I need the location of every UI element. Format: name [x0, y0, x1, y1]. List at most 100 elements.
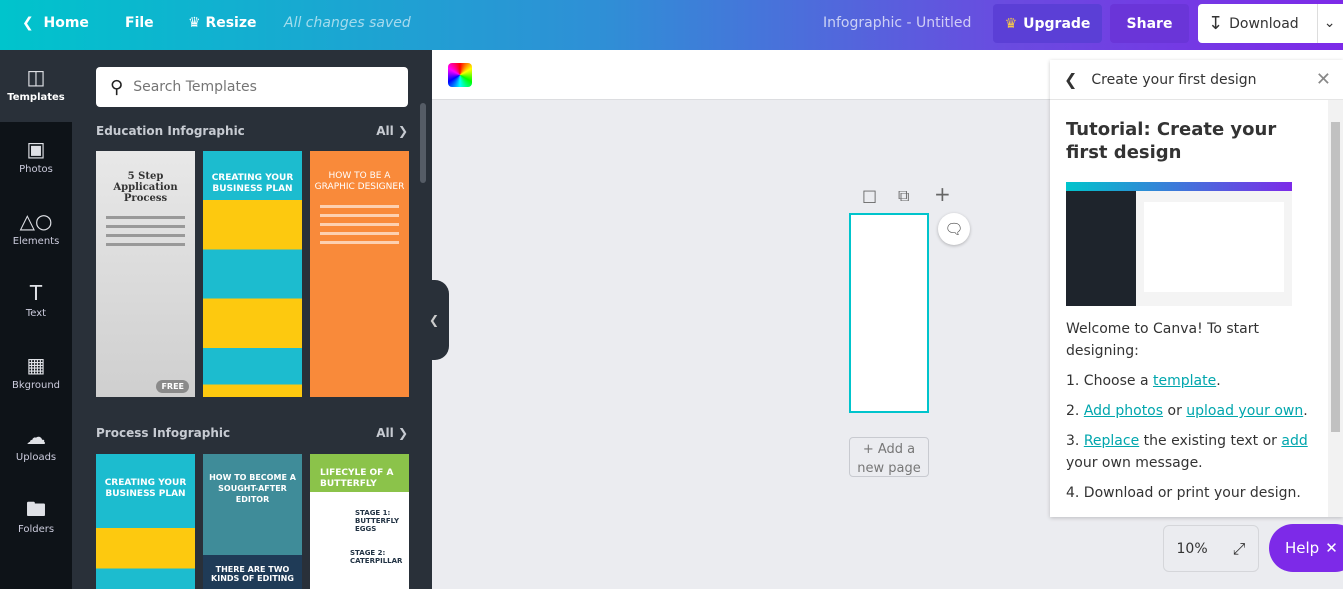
- template-text: STAGE 1: BUTTERFLY EGGS: [355, 509, 400, 533]
- resize-label: Resize: [205, 15, 257, 31]
- tutorial-step-2: 2. Add photos or upload your own.: [1066, 400, 1312, 422]
- template-title: HOW TO BECOME A SOUGHT-AFTER EDITOR: [209, 473, 296, 504]
- upgrade-button[interactable]: ♛ Upgrade: [993, 4, 1102, 43]
- section-title: Education Infographic: [96, 124, 245, 138]
- crown-icon: ♛: [1004, 15, 1018, 32]
- rail-item-folders[interactable]: 🖿 Folders: [0, 482, 72, 554]
- add-text-link[interactable]: add: [1281, 433, 1307, 449]
- rail-label: Photos: [19, 164, 53, 175]
- document-title[interactable]: Infographic - Untitled: [823, 15, 971, 31]
- template-title: 5 Step Application Process: [113, 171, 178, 204]
- step-text: the existing text or: [1139, 433, 1282, 449]
- home-button[interactable]: ❮ Home: [22, 15, 89, 31]
- templates-panel: ⚲ Education Infographic All ❯ 5 Step Appl…: [72, 50, 432, 589]
- free-badge: FREE: [156, 380, 189, 393]
- rail-item-elements[interactable]: △○ Elements: [0, 194, 72, 266]
- rail-item-templates[interactable]: ◫ Templates: [0, 50, 72, 122]
- panel-scrollbar[interactable]: [420, 103, 426, 183]
- rail-item-photos[interactable]: ▣ Photos: [0, 122, 72, 194]
- template-title: LIFECYLE OF A BUTTERFLY: [320, 468, 394, 489]
- tutorial-header-title: Create your first design: [1091, 71, 1257, 88]
- rail-label: Text: [25, 308, 47, 319]
- section-header: Process Infographic All ❯: [96, 426, 408, 440]
- template-thumbnail[interactable]: CREATING YOUR BUSINESS PLAN: [203, 151, 302, 397]
- template-text: STAGE 2: CATERPILLAR: [350, 549, 403, 565]
- resize-button[interactable]: ♛ Resize: [188, 15, 257, 31]
- step-text: .: [1216, 373, 1221, 389]
- rail-label: Folders: [17, 524, 55, 535]
- template-thumbnail[interactable]: LIFECYLE OF A BUTTERFLY STAGE 1: BUTTERF…: [310, 454, 409, 589]
- zoom-control[interactable]: 10% ⤢: [1163, 525, 1259, 572]
- chevron-down-icon[interactable]: ⌄: [1316, 4, 1335, 43]
- duplicate-page-icon[interactable]: ⧉: [898, 186, 909, 206]
- add-page-icon[interactable]: +: [934, 182, 951, 206]
- help-label: Help: [1285, 539, 1320, 557]
- photo-icon: ▣: [26, 137, 46, 161]
- close-icon: ✕: [1325, 539, 1338, 557]
- color-picker-icon[interactable]: [448, 63, 472, 87]
- step-text: 1. Choose a: [1066, 373, 1153, 389]
- rail-item-uploads[interactable]: ☁ Uploads: [0, 410, 72, 482]
- template-footer: THERE ARE TWO KINDS OF EDITING: [211, 565, 294, 583]
- tutorial-step-3: 3. Replace the existing text or add your…: [1066, 430, 1312, 474]
- tutorial-scrollbar[interactable]: [1328, 100, 1343, 517]
- rail-item-background[interactable]: ▦ Bkground: [0, 338, 72, 410]
- chevron-left-icon: ❮: [428, 313, 440, 327]
- text-icon: T: [29, 281, 43, 305]
- template-thumbnail[interactable]: 5 Step Application Process FREE: [96, 151, 195, 397]
- search-input[interactable]: [133, 79, 384, 95]
- elements-icon: △○: [19, 209, 53, 233]
- tutorial-header: ❮ Create your first design ✕: [1050, 60, 1343, 100]
- collapse-panel-button[interactable]: ❮: [419, 280, 449, 360]
- zoom-level[interactable]: 10%: [1177, 541, 1208, 557]
- fullscreen-icon[interactable]: ⤢: [1233, 539, 1246, 559]
- add-photos-link[interactable]: Add photos: [1084, 403, 1163, 419]
- see-all-label: All: [376, 124, 394, 138]
- tutorial-intro: Welcome to Canva! To start designing:: [1066, 321, 1259, 359]
- top-bar: ❮ Home File ♛ Resize All changes saved I…: [0, 0, 1343, 50]
- tutorial-step-1: 1. Choose a template.: [1066, 370, 1312, 392]
- add-page-button[interactable]: + Add a new page: [849, 437, 929, 477]
- download-icon: ↧: [1208, 13, 1224, 34]
- tutorial-title: Tutorial: Create your first design: [1066, 119, 1277, 163]
- save-status: All changes saved: [284, 15, 411, 31]
- section-title: Process Infographic: [96, 426, 231, 440]
- share-button[interactable]: Share: [1110, 4, 1189, 43]
- rail-item-text[interactable]: T Text: [0, 266, 72, 338]
- help-button[interactable]: Help ✕: [1269, 524, 1343, 572]
- back-icon[interactable]: ❮: [1064, 70, 1077, 89]
- design-page[interactable]: [849, 213, 929, 413]
- section-header: Education Infographic All ❯: [96, 124, 408, 138]
- upload-link[interactable]: upload your own: [1186, 403, 1303, 419]
- step-text: 3.: [1066, 433, 1084, 449]
- download-label: Download: [1229, 15, 1299, 32]
- template-icon: ◫: [26, 65, 46, 89]
- step-text: .: [1303, 403, 1308, 419]
- upload-icon: ☁: [26, 425, 46, 449]
- rail-label: Bkground: [11, 380, 61, 391]
- template-thumbnail[interactable]: HOW TO BECOME A SOUGHT-AFTER EDITOR THER…: [203, 454, 302, 589]
- rail-label: Elements: [12, 236, 60, 247]
- upgrade-label: Upgrade: [1023, 15, 1091, 32]
- chevron-left-icon: ❮: [22, 15, 34, 31]
- add-comment-icon[interactable]: 🗨: [938, 213, 970, 245]
- see-all-link[interactable]: All ❯: [376, 124, 408, 138]
- step-text: 2.: [1066, 403, 1084, 419]
- step-text: or: [1163, 403, 1187, 419]
- search-icon: ⚲: [110, 76, 124, 98]
- close-icon[interactable]: ✕: [1316, 69, 1331, 90]
- template-thumbnail[interactable]: CREATING YOUR BUSINESS PLAN: [96, 454, 195, 589]
- rail-label: Uploads: [15, 452, 57, 463]
- template-thumbnail[interactable]: HOW TO BE A GRAPHIC DESIGNER: [310, 151, 409, 397]
- template-title: HOW TO BE A GRAPHIC DESIGNER: [314, 171, 405, 192]
- replace-link[interactable]: Replace: [1084, 433, 1139, 449]
- template-link[interactable]: template: [1153, 373, 1216, 389]
- side-rail: ◫ Templates ▣ Photos △○ Elements T Text ▦ Bkg…: [0, 50, 72, 589]
- notes-icon[interactable]: □: [862, 186, 877, 205]
- file-menu[interactable]: File: [125, 15, 154, 31]
- download-button[interactable]: ↧ Download ⌄: [1198, 4, 1343, 43]
- template-title: CREATING YOUR BUSINESS PLAN: [104, 478, 187, 499]
- see-all-link[interactable]: All ❯: [376, 426, 408, 440]
- search-box[interactable]: ⚲: [96, 67, 408, 107]
- see-all-label: All: [376, 426, 394, 440]
